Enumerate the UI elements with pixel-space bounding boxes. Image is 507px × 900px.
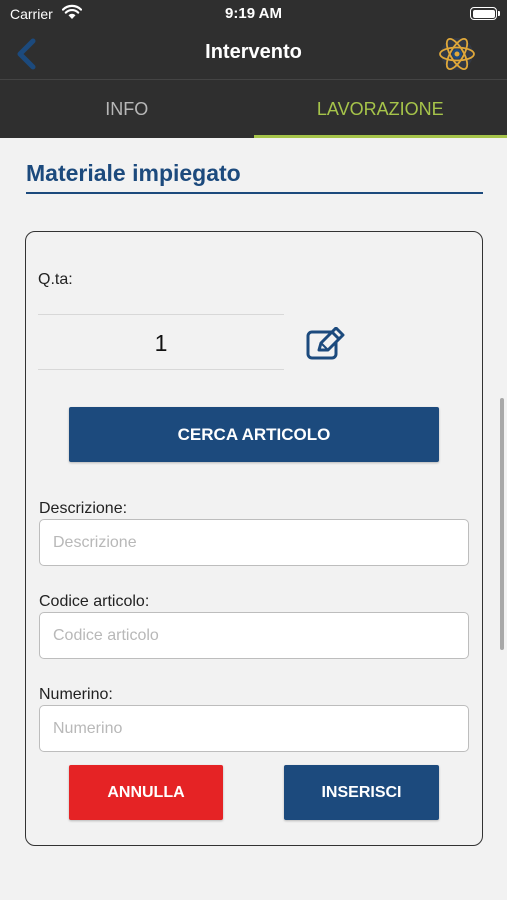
tab-bar: INFO LAVORAZIONE	[0, 80, 507, 138]
tab-lavorazione[interactable]: LAVORAZIONE	[253, 80, 507, 138]
battery-icon	[470, 7, 500, 20]
section-title: Materiale impiegato	[26, 160, 241, 186]
status-bar: Carrier 9:19 AM	[0, 0, 507, 28]
atom-logo-icon	[439, 38, 475, 70]
article-code-label: Codice articolo:	[39, 593, 150, 610]
cancel-button[interactable]: ANNULLA	[69, 765, 223, 820]
quantity-label: Q.ta:	[38, 271, 73, 288]
search-article-button[interactable]: CERCA ARTICOLO	[69, 407, 439, 462]
tab-info[interactable]: INFO	[0, 80, 254, 138]
quantity-field[interactable]: 1	[38, 314, 284, 370]
scrollbar[interactable]	[500, 398, 504, 650]
number-label: Numerino:	[39, 686, 113, 703]
clock: 9:19 AM	[225, 5, 282, 22]
number-field[interactable]	[39, 705, 469, 752]
navigation-bar: Intervento	[0, 28, 507, 80]
edit-icon[interactable]	[306, 327, 346, 361]
article-code-field[interactable]	[39, 612, 469, 659]
page-title: Intervento	[205, 41, 302, 63]
section-divider	[26, 192, 483, 194]
description-field[interactable]	[39, 519, 469, 566]
insert-button[interactable]: INSERISCI	[284, 765, 439, 820]
description-label: Descrizione:	[39, 500, 128, 517]
